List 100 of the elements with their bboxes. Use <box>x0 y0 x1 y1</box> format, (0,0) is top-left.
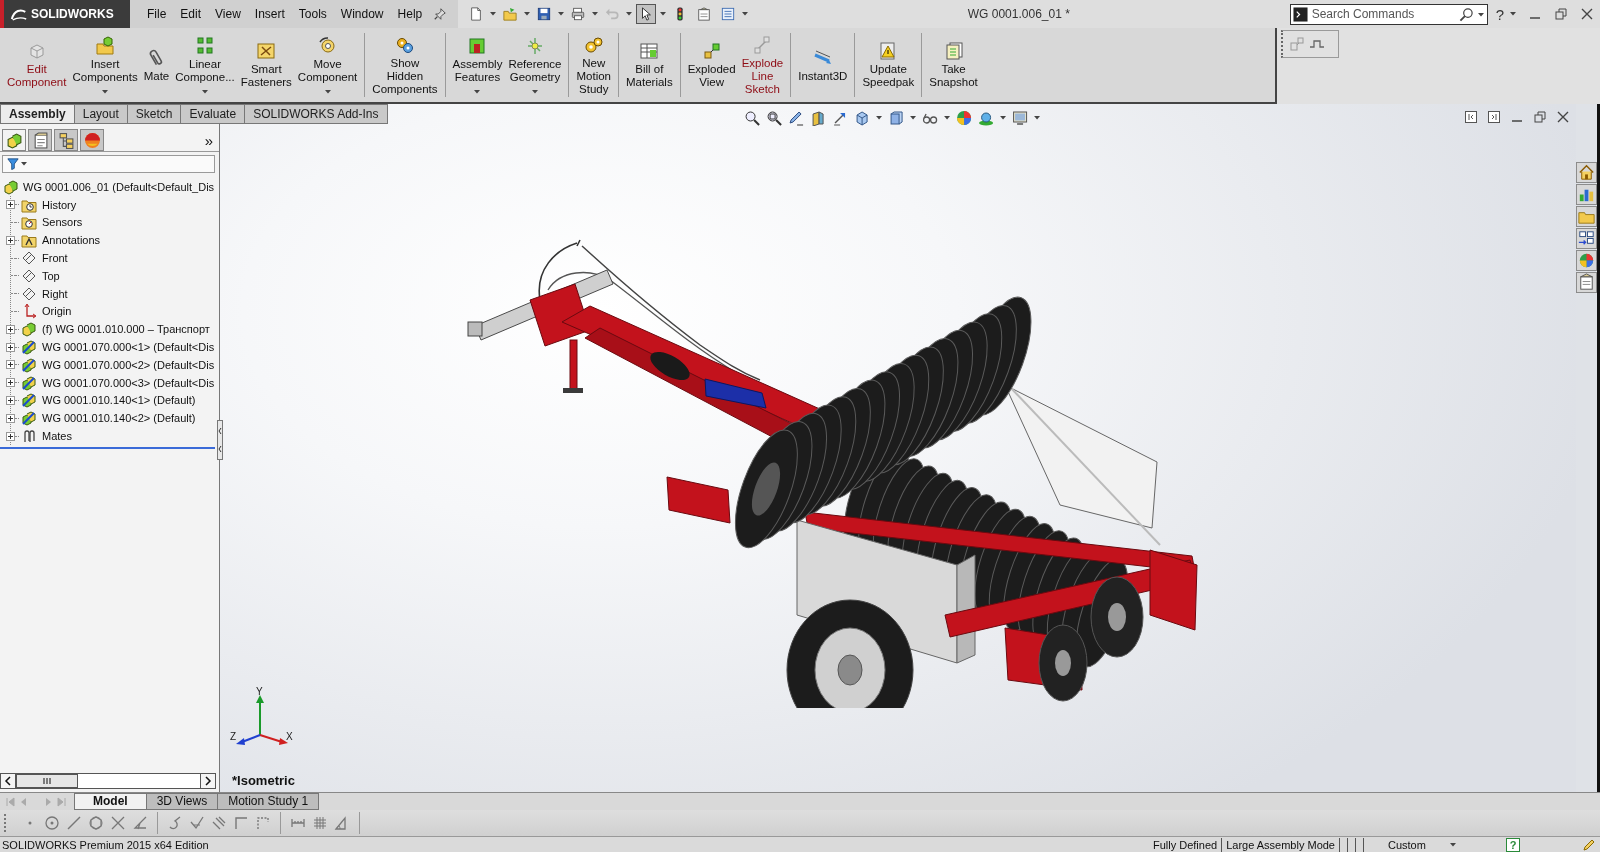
color-ball-icon[interactable] <box>956 110 973 126</box>
caret-icon[interactable] <box>102 90 109 94</box>
house-icon[interactable] <box>1576 162 1597 183</box>
tree-item[interactable]: Sensors <box>42 216 83 229</box>
command-button[interactable]: Explode Line Sketch <box>738 30 787 100</box>
caret-icon[interactable] <box>1510 12 1516 16</box>
tree-item[interactable]: Mates <box>42 430 72 443</box>
model-tab[interactable]: Model <box>74 793 147 810</box>
caret-icon[interactable] <box>944 116 951 120</box>
menu-item[interactable]: File <box>140 4 174 24</box>
splitter-grip-icon[interactable] <box>217 420 223 460</box>
menu-item[interactable]: Help <box>390 4 430 24</box>
scroll-right-icon[interactable] <box>200 773 216 789</box>
caret-icon[interactable] <box>558 12 564 16</box>
scroll-left-icon[interactable] <box>0 773 16 789</box>
tree-item[interactable]: WG 0001.070.000<3> (Default<Dis <box>42 376 215 389</box>
command-button[interactable]: Instant3D <box>795 30 851 100</box>
caret-icon[interactable] <box>1034 116 1041 120</box>
clipboard-icon[interactable] <box>1576 272 1597 293</box>
command-tab[interactable]: Layout <box>73 104 128 124</box>
scrollbar-thumb[interactable] <box>16 774 78 788</box>
menu-item[interactable]: Window <box>333 4 391 24</box>
command-button[interactable]: Take Snapshot <box>926 30 981 100</box>
caret-icon[interactable] <box>1477 12 1484 17</box>
tile-right-icon[interactable] <box>1487 110 1501 124</box>
line-icon[interactable] <box>66 815 82 831</box>
command-button[interactable]: Smart Fasteners <box>237 30 295 100</box>
expand-icon[interactable] <box>6 360 15 370</box>
restore-icon[interactable] <box>1554 7 1568 21</box>
command-tab[interactable]: Sketch <box>126 104 182 124</box>
command-button[interactable]: Assembly Features <box>449 30 506 100</box>
crossing-lines-icon[interactable] <box>110 815 126 831</box>
more-tabs-toggle[interactable]: » <box>204 131 213 151</box>
panel-tab[interactable] <box>80 129 104 151</box>
command-button[interactable]: Edit Component <box>4 30 70 100</box>
command-button[interactable]: Insert Components <box>69 30 141 100</box>
pushpin-icon[interactable] <box>433 7 448 21</box>
curve-icon[interactable] <box>167 815 183 831</box>
parallel-lines-icon[interactable] <box>211 815 227 831</box>
caret-icon[interactable] <box>660 12 666 16</box>
expand-icon[interactable] <box>6 235 15 245</box>
command-button[interactable]: Move Component <box>294 30 361 100</box>
caret-icon[interactable] <box>876 116 883 120</box>
caret-icon[interactable] <box>626 12 632 16</box>
caret-icon[interactable] <box>324 90 331 94</box>
tree-item[interactable]: WG 0001.070.000<2> (Default<Dis <box>42 358 215 371</box>
monitor-icon[interactable] <box>1012 110 1029 126</box>
expand-icon[interactable] <box>6 342 15 352</box>
command-tab[interactable]: Evaluate <box>180 104 246 124</box>
menu-item[interactable]: View <box>208 4 248 24</box>
units-dropdown[interactable]: Custom <box>1388 837 1488 852</box>
model-tab[interactable]: Motion Study 1 <box>217 793 320 810</box>
help-menu[interactable]: ? <box>1495 5 1504 23</box>
command-button[interactable]: Update Speedpak <box>859 30 918 100</box>
command-button[interactable]: Reference Geometry <box>505 30 565 100</box>
restore-icon[interactable] <box>1533 110 1547 124</box>
search-field[interactable]: Search Commands <box>1289 3 1488 25</box>
magnifier-box-icon[interactable] <box>766 110 783 126</box>
caret-icon[interactable] <box>1000 116 1007 120</box>
caret-icon[interactable] <box>524 12 530 16</box>
caret-icon[interactable] <box>1449 842 1456 847</box>
expand-icon[interactable] <box>6 200 15 210</box>
caret-icon[interactable] <box>742 12 748 16</box>
command-tab[interactable]: SOLIDWORKS Add-Ins <box>244 104 388 124</box>
caret-icon[interactable] <box>202 90 208 94</box>
tree-item[interactable]: Annotations <box>42 234 101 247</box>
command-tab[interactable]: Assembly <box>0 104 75 124</box>
close-icon[interactable] <box>1556 110 1570 124</box>
panel-tab[interactable] <box>28 129 52 151</box>
command-button[interactable]: Show Hidden Components <box>369 30 441 100</box>
caret-icon[interactable] <box>21 162 27 166</box>
close-icon[interactable] <box>1580 7 1594 21</box>
angle-icon[interactable] <box>132 815 148 831</box>
tree-item[interactable]: (f) WG 0001.010.000 – Транспорт <box>42 323 210 336</box>
pencil-icon[interactable] <box>788 110 805 126</box>
panel-tab[interactable] <box>2 129 26 151</box>
tree-item[interactable]: Right <box>42 287 68 300</box>
caret-icon[interactable] <box>474 90 481 94</box>
ball-on-floor-icon[interactable] <box>978 110 995 126</box>
tree-item[interactable]: WG 0001.010.140<2> (Default) <box>42 412 196 425</box>
command-button[interactable]: New Motion Study <box>573 30 614 100</box>
color-ball-icon[interactable] <box>1576 250 1597 271</box>
cube-view-icon[interactable] <box>854 110 871 126</box>
circle-icon[interactable] <box>44 815 60 831</box>
expand-icon[interactable] <box>6 395 15 405</box>
menu-item[interactable]: Insert <box>247 4 292 24</box>
magnifier-icon[interactable] <box>744 110 761 126</box>
caret-icon[interactable] <box>910 116 917 120</box>
tree-item[interactable]: WG 0001.070.000<1> (Default<Dis <box>42 341 215 354</box>
rollback-bar[interactable] <box>0 446 215 449</box>
expand-icon[interactable] <box>6 378 15 388</box>
tree-item[interactable]: Front <box>42 252 68 265</box>
expand-icon[interactable] <box>6 431 15 441</box>
tree-item[interactable]: Origin <box>42 305 72 318</box>
caret-icon[interactable] <box>490 12 496 16</box>
expand-icon[interactable] <box>6 413 15 423</box>
command-button[interactable]: Mate <box>140 30 173 100</box>
help-button[interactable]: ? <box>1506 837 1520 852</box>
tree-item[interactable]: History <box>42 198 77 211</box>
bar-chart-icon[interactable] <box>1576 184 1597 205</box>
